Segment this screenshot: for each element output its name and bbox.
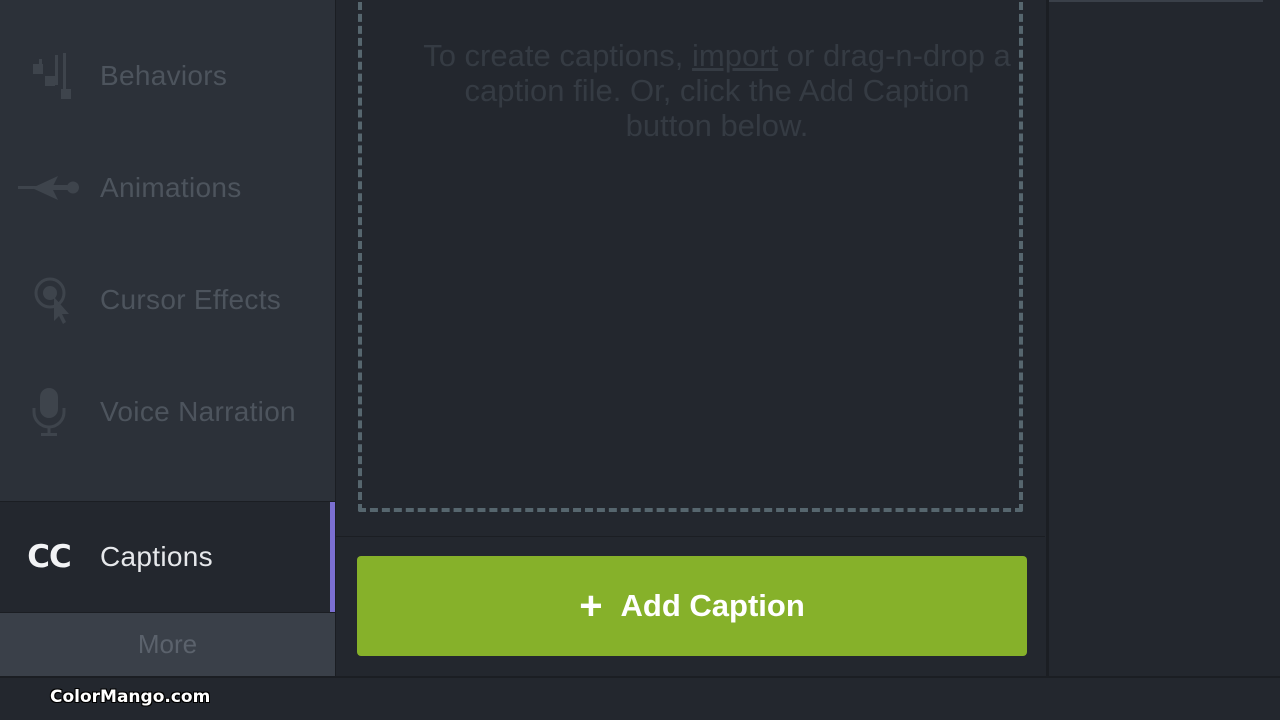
- add-caption-label: Add Caption: [620, 588, 805, 623]
- panel-top-border: [1049, 0, 1263, 2]
- sidebar-item-label: Behaviors: [100, 60, 228, 91]
- active-indicator: [330, 502, 335, 612]
- sidebar-item-label: Voice Narration: [100, 396, 296, 427]
- cc-icon: CC: [27, 539, 72, 575]
- microphone-icon: [18, 382, 80, 442]
- import-link[interactable]: import: [692, 38, 778, 73]
- sidebar-item-label: Captions: [100, 541, 213, 572]
- sidebar-item-label: Animations: [100, 172, 242, 203]
- sidebar-item-voice-narration[interactable]: Voice Narration: [0, 356, 335, 468]
- animations-icon: [18, 158, 80, 218]
- sidebar-item-behaviors[interactable]: Behaviors: [0, 20, 335, 132]
- sidebar-item-label: Cursor Effects: [100, 284, 282, 315]
- more-button[interactable]: More: [0, 613, 335, 676]
- divider: [336, 536, 1045, 537]
- sidebar-item-captions[interactable]: CC Captions: [0, 501, 335, 613]
- tools-sidebar: Behaviors Animations Cursor Effects Voic…: [0, 0, 336, 676]
- behaviors-icon: [18, 46, 80, 106]
- add-caption-button[interactable]: + Add Caption: [357, 556, 1027, 656]
- sidebar-item-cursor-effects[interactable]: Cursor Effects: [0, 244, 335, 356]
- captions-panel: To create captions, import or drag-n-dro…: [336, 0, 1045, 676]
- plus-icon: +: [579, 584, 603, 628]
- right-panel: [1046, 0, 1280, 676]
- empty-state-message: To create captions, import or drag-n-dro…: [422, 38, 1012, 143]
- caption-drop-zone[interactable]: To create captions, import or drag-n-dro…: [358, 0, 1023, 512]
- watermark-text: ColorMango.com: [50, 687, 211, 707]
- cursor-effects-icon: [18, 270, 80, 330]
- sidebar-item-animations[interactable]: Animations: [0, 132, 335, 244]
- empty-text-before: To create captions,: [423, 38, 693, 73]
